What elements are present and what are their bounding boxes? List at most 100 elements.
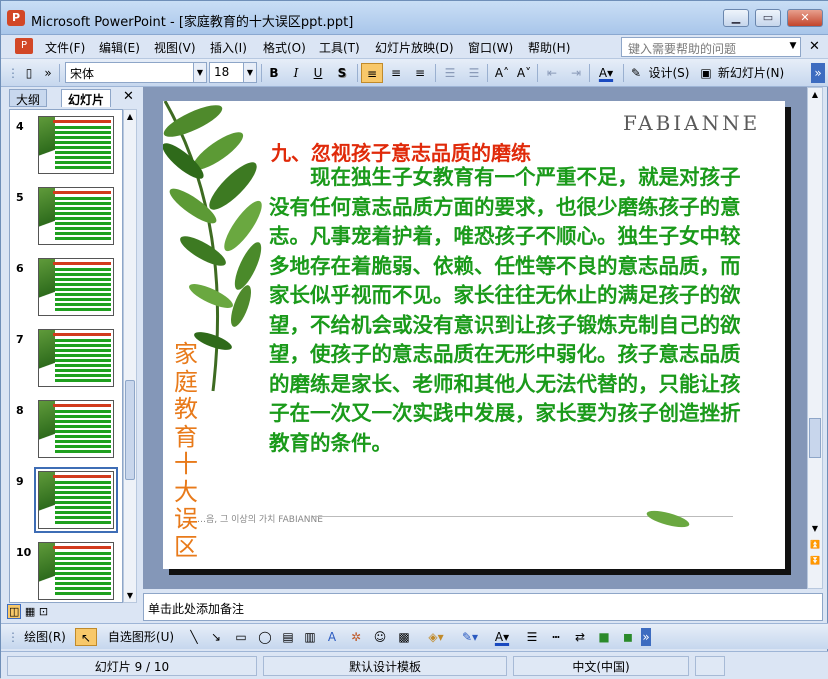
scroll-up-icon[interactable]: ▲ — [125, 112, 135, 121]
toolbar-options-icon[interactable]: » — [41, 63, 55, 83]
help-search-input[interactable]: 键入需要帮助的问题 — [621, 37, 801, 57]
close-document-icon[interactable]: ✕ — [809, 39, 820, 54]
wordart-icon[interactable]: A — [323, 628, 341, 646]
scroll-down-icon[interactable]: ▼ — [809, 524, 821, 533]
increase-indent-icon[interactable]: ⇥ — [565, 63, 587, 83]
slide-thumbnail[interactable]: 7 — [10, 329, 122, 400]
design-button[interactable]: 设计(S) — [643, 63, 695, 83]
slide-thumbnail[interactable]: 8 — [10, 400, 122, 471]
arrow-style-icon[interactable]: ⇄ — [571, 628, 589, 646]
thumbnail-preview[interactable] — [38, 258, 114, 316]
menu-window[interactable]: 窗口(W) — [468, 39, 513, 56]
document-icon[interactable]: P — [15, 38, 33, 54]
thumbnail-text-line — [55, 379, 111, 382]
menu-view[interactable]: 视图(V) — [154, 39, 196, 56]
line-style-icon[interactable]: ☰ — [523, 628, 541, 646]
align-right-icon[interactable]: ≡ — [409, 63, 431, 83]
thumbnail-leaf-image — [39, 330, 55, 386]
autoshapes-button[interactable]: 自选图形(U) — [101, 628, 181, 646]
oval-icon[interactable]: ◯ — [255, 628, 275, 646]
new-slide-button[interactable]: 新幻灯片(N) — [713, 63, 789, 83]
slideshow-icon[interactable]: ⊡ — [39, 605, 48, 618]
chevron-down-icon[interactable]: ▼ — [785, 37, 801, 57]
minimize-button[interactable]: ▁ — [723, 9, 749, 27]
previous-slide-icon[interactable]: ⏫ — [809, 540, 821, 549]
thumbnail-preview[interactable] — [38, 542, 114, 600]
slide-sorter-icon[interactable]: ▦ — [25, 605, 35, 618]
tab-outline[interactable]: 大纲 — [9, 89, 48, 107]
scrollbar-thumb[interactable] — [809, 418, 821, 458]
textbox-icon[interactable]: ▤ — [279, 628, 297, 646]
notes-pane[interactable]: 单击此处添加备注 — [143, 593, 823, 621]
thumbnail-preview[interactable] — [34, 467, 118, 533]
menu-slideshow[interactable]: 幻灯片放映(D) — [375, 39, 454, 56]
next-slide-icon[interactable]: ⏬ — [809, 556, 821, 565]
align-center-icon[interactable]: ≡ — [385, 63, 407, 83]
close-button[interactable]: ✕ — [787, 9, 823, 27]
decrease-font-icon[interactable]: A˅ — [513, 63, 535, 83]
menu-file[interactable]: 文件(F) — [45, 39, 85, 56]
underline-button[interactable]: U — [309, 63, 327, 83]
slide-body-text[interactable]: 现在独生子女教育有一个严重不足，就是对孩子没有任何意志品质方面的要求，也很少磨练… — [269, 163, 745, 458]
slide-thumbnail[interactable]: 6 — [10, 258, 122, 329]
normal-view-icon[interactable]: ◫ — [7, 604, 22, 619]
slide-thumbnail[interactable]: 5 — [10, 187, 122, 258]
bold-button[interactable]: B — [265, 63, 283, 83]
increase-font-icon[interactable]: A˄ — [491, 63, 513, 83]
font-color-icon[interactable]: A▾ — [593, 63, 619, 83]
thumbnail-text-line — [55, 156, 111, 159]
menu-edit[interactable]: 编辑(E) — [99, 39, 140, 56]
align-left-icon[interactable]: ≡ — [361, 63, 383, 83]
font-name-select[interactable]: 宋体 — [65, 62, 195, 83]
scrollbar-thumb[interactable] — [125, 380, 135, 480]
shadow-style-icon[interactable]: ■ — [595, 628, 613, 646]
draw-menu-button[interactable]: 绘图(R) — [17, 628, 73, 646]
menu-help[interactable]: 帮助(H) — [528, 39, 570, 56]
drawing-toolbar: ⋮ 绘图(R) ↖ 自选图形(U) ╲ ↘ ▭ ◯ ▤ ▥ A ✲ ☺ ▩ ◈▾… — [1, 623, 828, 649]
fill-color-icon[interactable]: ◈▾ — [425, 628, 447, 646]
slide-heading[interactable]: 九、忽视孩子意志品质的磨练 — [271, 137, 531, 166]
italic-button[interactable]: I — [287, 63, 305, 83]
chevron-down-icon[interactable]: ▼ — [243, 62, 257, 83]
toolbar-options-icon[interactable]: » — [811, 63, 825, 83]
3d-style-icon[interactable]: ◼ — [619, 628, 637, 646]
toolbar-options-icon[interactable]: » — [641, 628, 651, 646]
shadow-button[interactable]: S — [333, 63, 351, 83]
picture-icon[interactable]: ▩ — [395, 628, 413, 646]
bullets-icon[interactable]: ☰ — [463, 63, 485, 83]
dash-style-icon[interactable]: ┅ — [547, 628, 565, 646]
menu-format[interactable]: 格式(O) — [263, 39, 306, 56]
toolbar-grip-icon[interactable]: ⋮ — [7, 628, 19, 646]
thumbnail-preview[interactable] — [38, 329, 114, 387]
diagram-icon[interactable]: ✲ — [347, 628, 365, 646]
scroll-up-icon[interactable]: ▲ — [809, 90, 821, 99]
chevron-down-icon[interactable]: ▼ — [193, 62, 207, 83]
thumbnail-scrollbar[interactable]: ▲ ▼ — [123, 109, 137, 603]
select-pointer-icon[interactable]: ↖ — [75, 628, 97, 646]
thumbnail-preview[interactable] — [38, 400, 114, 458]
font-color-icon[interactable]: A▾ — [491, 628, 513, 646]
decrease-indent-icon[interactable]: ⇤ — [541, 63, 563, 83]
close-panel-icon[interactable]: ✕ — [123, 89, 134, 104]
line-icon[interactable]: ╲ — [185, 628, 203, 646]
slide-thumbnail[interactable]: 10 — [10, 542, 122, 602]
side-title[interactable]: 家庭教育十大误区 — [171, 340, 201, 561]
clipart-icon[interactable]: ☺ — [371, 628, 389, 646]
new-document-icon[interactable]: ▯ — [19, 63, 39, 83]
menu-tools[interactable]: 工具(T) — [319, 39, 360, 56]
rectangle-icon[interactable]: ▭ — [231, 628, 251, 646]
thumbnail-preview[interactable] — [38, 116, 114, 174]
maximize-button[interactable]: ▭ — [755, 9, 781, 27]
thumbnail-preview[interactable] — [38, 187, 114, 245]
tab-slides[interactable]: 幻灯片 — [61, 89, 112, 107]
slide-thumbnail[interactable]: 9 — [10, 467, 122, 542]
numbering-icon[interactable]: ☰ — [439, 63, 461, 83]
vertical-textbox-icon[interactable]: ▥ — [301, 628, 319, 646]
menu-insert[interactable]: 插入(I) — [210, 39, 247, 56]
slide-thumbnail[interactable]: 4 — [10, 116, 122, 187]
line-color-icon[interactable]: ✎▾ — [459, 628, 481, 646]
toolbar-grip-icon[interactable]: ⋮ — [7, 63, 19, 83]
arrow-icon[interactable]: ↘ — [207, 628, 225, 646]
slide-scrollbar[interactable]: ▲ ▼ ⏫ ⏬ — [807, 87, 823, 589]
scroll-down-icon[interactable]: ▼ — [125, 591, 135, 600]
